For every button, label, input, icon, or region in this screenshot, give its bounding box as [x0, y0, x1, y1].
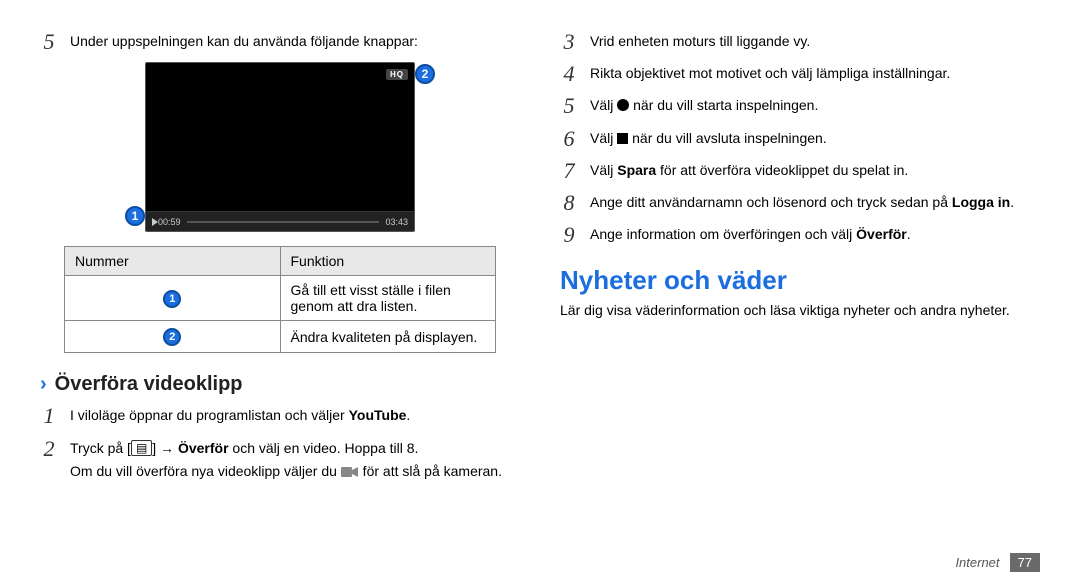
- step-2-left: 2 Tryck på [▤] → Överför och välj en vid…: [40, 437, 520, 488]
- menu-key-icon: ▤: [131, 440, 152, 456]
- callout-badge-2: 2: [415, 64, 435, 84]
- step-text: Vrid enheten moturs till liggande vy.: [590, 30, 1040, 54]
- step-9-right: 9 Ange information om överföringen och v…: [560, 223, 1040, 247]
- video-frame: HQ 00:59 03:43: [145, 62, 415, 232]
- step-text: I viloläge öppnar du programlistan och v…: [70, 404, 520, 429]
- page-footer: Internet 77: [955, 553, 1040, 572]
- step-text: Välj när du vill avsluta inspelningen.: [590, 127, 1040, 151]
- step-number: 2: [40, 437, 58, 488]
- table-header-row: Nummer Funktion: [65, 247, 496, 276]
- step-6-right: 6 Välj när du vill avsluta inspelningen.: [560, 127, 1040, 151]
- bold-overfor2: Överför: [856, 226, 907, 242]
- step-number: 9: [560, 223, 578, 247]
- step-text: Ange information om överföringen och väl…: [590, 223, 1040, 247]
- step-number: 1: [40, 404, 58, 429]
- stop-icon: [617, 133, 628, 144]
- step-text: Välj när du vill starta inspelningen.: [590, 94, 1040, 118]
- page-body: 5 Under uppspelningen kan du använda föl…: [0, 0, 1080, 516]
- bold-loggain: Logga in: [952, 194, 1010, 210]
- table-cell-num: 2: [65, 321, 281, 353]
- table-cell-func: Ändra kvaliteten på displayen.: [280, 321, 496, 353]
- step-text: Välj Spara för att överföra videoklippet…: [590, 159, 1040, 183]
- step-3-right: 3 Vrid enheten moturs till liggande vy.: [560, 30, 1040, 54]
- step-number: 8: [560, 191, 578, 215]
- step-number: 3: [560, 30, 578, 54]
- right-column: 3 Vrid enheten moturs till liggande vy. …: [560, 30, 1040, 496]
- subsection-heading: › Överföra videoklipp: [40, 373, 520, 396]
- bold-overfor: Överför: [178, 440, 229, 456]
- left-column: 5 Under uppspelningen kan du använda föl…: [40, 30, 520, 496]
- num-badge-1: 1: [163, 290, 181, 308]
- table-row: 1 Gå till ett visst ställe i filen genom…: [65, 276, 496, 321]
- function-table: Nummer Funktion 1 Gå till ett visst stäl…: [64, 246, 496, 353]
- step-5-left: 5 Under uppspelningen kan du använda föl…: [40, 30, 520, 54]
- num-badge-2: 2: [163, 328, 181, 346]
- step-number: 5: [40, 30, 58, 54]
- step-8-right: 8 Ange ditt användarnamn och lösenord oc…: [560, 191, 1040, 215]
- callout-badge-1: 1: [125, 206, 145, 226]
- step-1-left: 1 I viloläge öppnar du programlistan och…: [40, 404, 520, 429]
- step-number: 4: [560, 62, 578, 86]
- step-text: Ange ditt användarnamn och lösenord och …: [590, 191, 1040, 215]
- hq-badge: HQ: [386, 69, 408, 80]
- step-number: 5: [560, 94, 578, 118]
- video-illustration: HQ 00:59 03:43 1 2: [40, 62, 520, 232]
- table-row: 2 Ändra kvaliteten på displayen.: [65, 321, 496, 353]
- table-cell-func: Gå till ett visst ställe i filen genom a…: [280, 276, 496, 321]
- time-total: 03:43: [385, 217, 408, 227]
- col-header-number: Nummer: [65, 247, 281, 276]
- step-7-right: 7 Välj Spara för att överföra videoklipp…: [560, 159, 1040, 183]
- step-4-right: 4 Rikta objektivet mot motivet och välj …: [560, 62, 1040, 86]
- record-icon: [617, 99, 629, 111]
- bold-spara: Spara: [617, 162, 656, 178]
- step-text: Tryck på [▤] → Överför och välj en video…: [70, 437, 520, 488]
- step-number: 6: [560, 127, 578, 151]
- col-header-function: Funktion: [280, 247, 496, 276]
- subsection-title: Överföra videoklipp: [55, 373, 243, 396]
- section-heading: Nyheter och väder: [560, 265, 1040, 296]
- table-cell-num: 1: [65, 276, 281, 321]
- progress-bar: [187, 221, 380, 223]
- step-number: 7: [560, 159, 578, 183]
- footer-section: Internet: [955, 555, 999, 570]
- bold-youtube: YouTube: [349, 407, 407, 423]
- step-text: Under uppspelningen kan du använda följa…: [70, 30, 520, 54]
- footer-page-number: 77: [1010, 553, 1040, 572]
- section-intro: Lär dig visa väderinformation och läsa v…: [560, 302, 1040, 318]
- camcorder-icon: [341, 465, 359, 484]
- step-5-right: 5 Välj när du vill starta inspelningen.: [560, 94, 1040, 118]
- video-control-bar: 00:59 03:43: [146, 211, 414, 231]
- chevron-icon: ›: [40, 373, 47, 396]
- step-text: Rikta objektivet mot motivet och välj lä…: [590, 62, 1040, 86]
- time-current: 00:59: [158, 217, 181, 227]
